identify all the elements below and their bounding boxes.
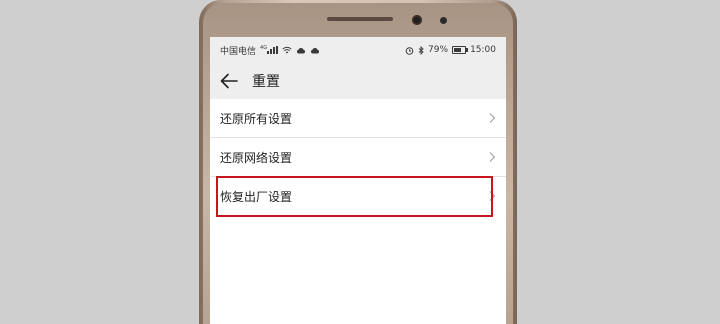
cloud-icon (297, 47, 306, 53)
settings-list: 还原所有设置 还原网络设置 恢复出厂设置 (210, 99, 506, 215)
battery-icon (452, 46, 469, 54)
status-left: 中国电信 4G (220, 44, 320, 57)
cloud-icon-2 (311, 47, 320, 53)
battery-percent: 79% (428, 45, 449, 55)
settings-item-reset-network[interactable]: 还原网络设置 (210, 138, 506, 177)
network-badge: 4G (260, 45, 268, 51)
settings-item-reset-all[interactable]: 还原所有设置 (210, 99, 506, 138)
status-right: 79% 15:00 (405, 45, 496, 55)
carrier-name: 中国电信 (220, 46, 257, 57)
phone-screen: 中国电信 4G 79% 15:00 重置 还原所有设置 还原网络设置 恢复出厂设… (210, 37, 506, 324)
chevron-right-icon (489, 191, 496, 201)
status-bar: 中国电信 4G 79% 15:00 (210, 37, 506, 63)
settings-item-label: 还原所有设置 (220, 111, 293, 126)
wifi-icon (282, 46, 292, 54)
back-arrow-icon[interactable] (220, 73, 238, 89)
title-bar: 重置 (210, 63, 506, 99)
proximity-sensor (440, 17, 447, 24)
signal-icon: 4G (260, 45, 279, 54)
settings-item-factory-reset[interactable]: 恢复出厂设置 (210, 177, 506, 215)
bluetooth-icon (418, 45, 424, 55)
chevron-right-icon (489, 113, 496, 123)
settings-item-label: 恢复出厂设置 (220, 189, 293, 204)
front-camera (412, 15, 422, 25)
earpiece-speaker (327, 17, 393, 21)
page-title: 重置 (252, 74, 280, 90)
alarm-icon (405, 46, 414, 55)
settings-item-label: 还原网络设置 (220, 150, 293, 165)
clock-time: 15:00 (470, 45, 496, 55)
chevron-right-icon (489, 152, 496, 162)
